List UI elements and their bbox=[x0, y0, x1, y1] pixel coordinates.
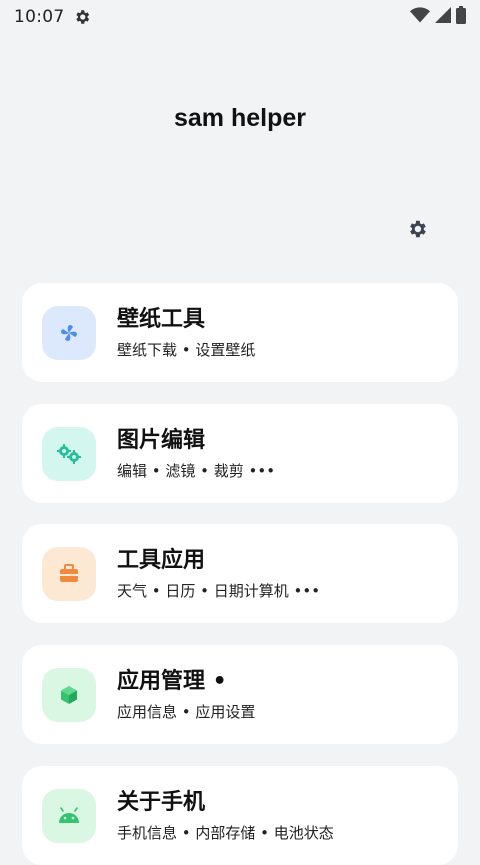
menu-item-title: 图片编辑 bbox=[117, 427, 206, 453]
menu-item-title: 壁纸工具 bbox=[117, 306, 206, 332]
menu-item-about-phone[interactable]: 关于手机 手机信息 • 内部存储 • 电池状态 bbox=[22, 766, 458, 865]
android-icon bbox=[57, 806, 81, 825]
battery-icon bbox=[456, 6, 466, 28]
status-icons bbox=[410, 6, 466, 28]
gear-icon bbox=[406, 218, 428, 240]
menu-item-image-editing[interactable]: 图片编辑 编辑 • 滤镜 • 裁剪 ••• bbox=[22, 404, 458, 503]
menu-item-subtitle: 天气 • 日历 • 日期计算机 ••• bbox=[117, 581, 321, 600]
menu-item-app-management[interactable]: 应用管理 • 应用信息 • 应用设置 bbox=[22, 645, 458, 744]
menu-item-subtitle: 编辑 • 滤镜 • 裁剪 ••• bbox=[117, 461, 276, 480]
icon-tile bbox=[42, 305, 96, 360]
settings-button[interactable] bbox=[404, 216, 430, 242]
status-time: 10:07 bbox=[14, 7, 65, 27]
menu-item-subtitle: 手机信息 • 内部存储 • 电池状态 bbox=[117, 823, 334, 842]
signal-icon bbox=[435, 7, 451, 27]
menu-item-subtitle: 壁纸下载 • 设置壁纸 bbox=[117, 340, 256, 359]
wifi-icon bbox=[410, 7, 430, 27]
icon-tile bbox=[42, 546, 96, 601]
status-bar: 10:07 bbox=[0, 0, 480, 34]
icon-tile bbox=[42, 426, 96, 481]
cube-icon bbox=[58, 684, 80, 706]
gears-icon bbox=[55, 442, 83, 466]
menu-item-title: 关于手机 bbox=[117, 789, 206, 815]
gear-icon bbox=[73, 8, 91, 26]
icon-tile bbox=[42, 788, 96, 843]
pinwheel-icon bbox=[57, 321, 81, 345]
page-title: sam helper bbox=[173, 104, 306, 132]
menu-item-tool-apps[interactable]: 工具应用 天气 • 日历 • 日期计算机 ••• bbox=[22, 524, 458, 623]
menu-item-title: 应用管理 • bbox=[117, 668, 227, 694]
icon-tile bbox=[42, 667, 96, 722]
toolbox-icon bbox=[58, 563, 80, 585]
menu-item-wallpaper-tools[interactable]: 壁纸工具 壁纸下载 • 设置壁纸 bbox=[22, 283, 458, 382]
menu-item-title: 工具应用 bbox=[117, 547, 206, 573]
menu-item-subtitle: 应用信息 • 应用设置 bbox=[117, 702, 256, 721]
